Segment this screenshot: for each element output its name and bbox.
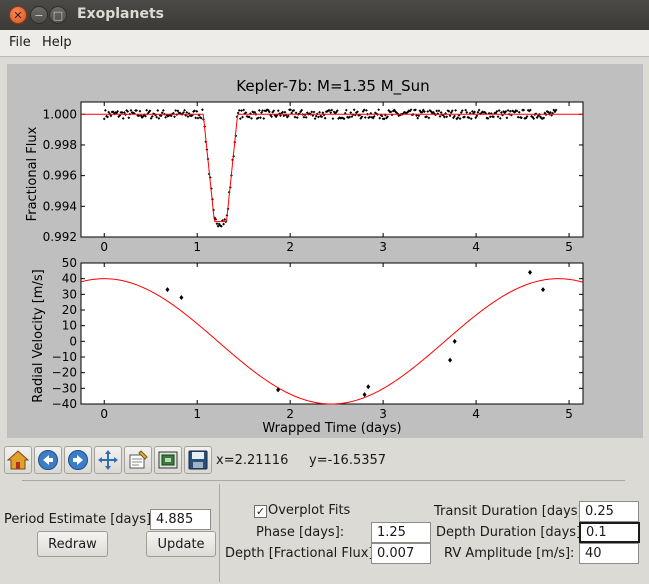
y-tick-label: 50: [62, 256, 77, 270]
top-plot-title: Kepler-7b: M=1.35 M_Sun: [236, 77, 429, 96]
y-tick-label: 40: [62, 272, 77, 286]
x-tick-label: 0: [100, 407, 108, 421]
y-tick-label: 0.998: [43, 138, 77, 152]
x-tick-label: 4: [472, 240, 480, 254]
rv-amplitude-input[interactable]: [579, 543, 639, 564]
depth-label: Depth [Fractional Flux]:: [225, 546, 378, 561]
pan-icon: [98, 450, 118, 470]
minimize-window-button[interactable]: −: [30, 6, 48, 24]
transit-duration-label: Transit Duration [days]:: [434, 504, 587, 519]
y-tick-label: 0.992: [43, 230, 77, 244]
window-title: Exoplanets: [77, 6, 164, 22]
y-tick-label: −30: [52, 381, 77, 395]
back-button[interactable]: [34, 446, 62, 474]
menu-help[interactable]: Help: [42, 35, 72, 50]
save-button[interactable]: [184, 446, 212, 474]
zoom-rect-icon: [158, 451, 178, 469]
phase-input[interactable]: [371, 522, 431, 543]
x-tick-label: 3: [379, 407, 387, 421]
x-tick-label: 5: [565, 240, 573, 254]
panel-separator: [219, 484, 220, 582]
y-tick-label: 0.994: [43, 199, 77, 213]
overplot-fits-label: Overplot Fits: [268, 503, 351, 518]
phase-label: Phase [days]:: [256, 525, 345, 540]
bottom-plot-ylabel: Radial Velocity [m/s]: [31, 269, 46, 402]
forward-icon: [68, 450, 88, 470]
home-icon: [7, 450, 29, 470]
forward-button[interactable]: [64, 446, 92, 474]
maximize-window-button[interactable]: □: [49, 6, 67, 24]
overplot-fits-checkbox[interactable]: ✓: [254, 505, 267, 518]
rv-plot: 0 1 2 3 4 550403020100−10−20−30−40: [52, 256, 584, 421]
x-tick-label: 0: [100, 240, 108, 254]
plot-area: [80, 101, 584, 238]
rv-amplitude-label: RV Amplitude [m/s]:: [444, 546, 575, 561]
redraw-button[interactable]: Redraw: [37, 531, 108, 557]
pan-button[interactable]: [94, 446, 122, 474]
x-tick-label: 3: [379, 240, 387, 254]
y-tick-label: 0.996: [43, 169, 77, 183]
flux-plot: 0 1 2 3 4 5 1.000 0.998 0.996 0.994 0.992: [43, 101, 584, 254]
title-bar: ✕ − □ Exoplanets: [0, 0, 649, 30]
transit-duration-input[interactable]: [579, 501, 639, 522]
bottom-plot-xlabel: Wrapped Time (days): [262, 421, 401, 436]
depth-input[interactable]: [371, 543, 431, 564]
y-tick-label: −40: [52, 397, 77, 411]
y-tick-label: 0: [69, 334, 77, 348]
x-tick-label: 2: [286, 240, 294, 254]
y-tick-label: −10: [52, 350, 77, 364]
back-icon: [38, 450, 58, 470]
close-window-button[interactable]: ✕: [9, 6, 27, 24]
y-tick-label: 1.000: [43, 107, 77, 121]
save-icon: [188, 450, 208, 470]
y-coordinate-readout: y=-16.5357: [309, 453, 387, 468]
toolbar-separator: [22, 480, 625, 481]
update-button[interactable]: Update: [146, 531, 216, 557]
plot-figure: Kepler-7b: M=1.35 M_Sun 0 1 2 3 4 5 1.000 0.998…: [7, 64, 643, 438]
home-button[interactable]: [4, 446, 32, 474]
plot-canvas: Kepler-7b: M=1.35 M_Sun 0 1 2 3 4 5 1.000 0.998…: [25, 77, 584, 436]
x-tick-label: 1: [193, 240, 201, 254]
menu-bar: File Help: [0, 30, 649, 57]
plot-area: [80, 262, 584, 405]
x-tick-label: 2: [286, 407, 294, 421]
y-tick-label: 30: [62, 287, 77, 301]
configure-icon: [129, 450, 148, 469]
menu-file[interactable]: File: [9, 35, 31, 50]
plot-toolbar: x=2.21116 y=-16.5357: [0, 446, 649, 476]
top-plot-ylabel: Fractional Flux: [25, 126, 40, 221]
y-tick-label: 10: [62, 319, 77, 333]
y-tick-label: 20: [62, 303, 77, 317]
depth-duration-input[interactable]: [579, 522, 640, 543]
x-tick-label: 1: [193, 407, 201, 421]
x-tick-label: 5: [565, 407, 573, 421]
configure-subplots-button[interactable]: [124, 446, 152, 474]
x-tick-label: 4: [472, 407, 480, 421]
y-tick-label: −20: [52, 366, 77, 380]
zoom-rect-button[interactable]: [154, 446, 182, 474]
period-label: Period Estimate [days]:: [4, 512, 156, 527]
depth-duration-label: Depth Duration [days]:: [436, 525, 586, 540]
x-coordinate-readout: x=2.21116: [216, 453, 289, 468]
period-input[interactable]: [150, 509, 211, 530]
